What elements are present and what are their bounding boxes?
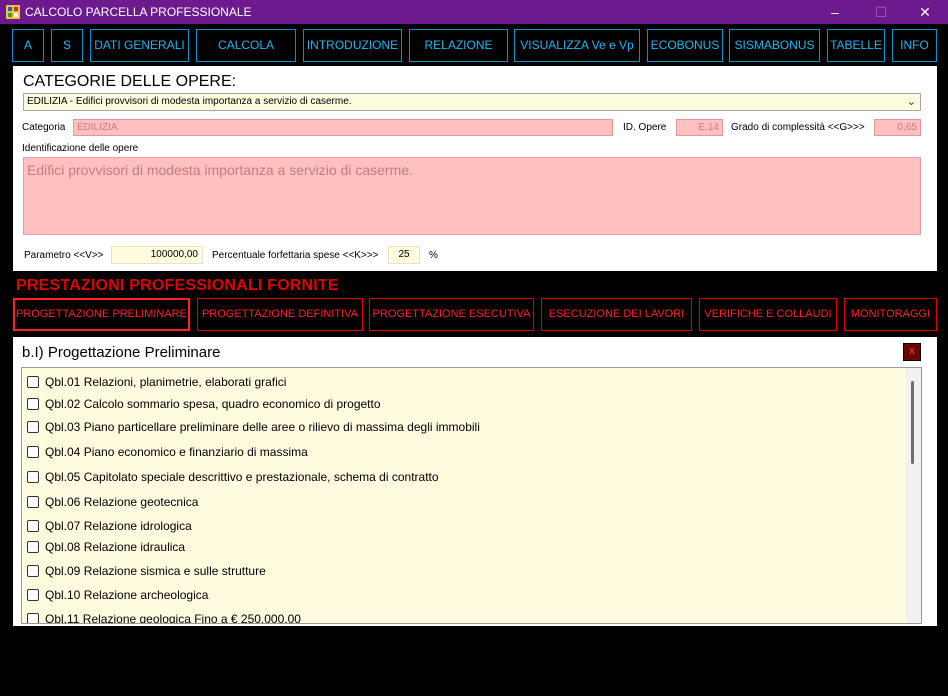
maximize-button[interactable]: ☐	[859, 0, 903, 24]
list-item[interactable]: Qbl.11 Relazione geologica Fino a € 250.…	[27, 611, 301, 623]
checkbox[interactable]	[27, 397, 39, 410]
categoria-label: Categoria	[22, 122, 66, 133]
nav-button-calcola[interactable]: CALCOLA	[196, 29, 296, 62]
list-item[interactable]: Qbl.10 Relazione archeologica	[27, 587, 208, 605]
tab-progettazione-esecutiva[interactable]: PROGETTAZIONE ESECUTIVA	[369, 298, 534, 331]
app-icon	[6, 5, 20, 19]
tab-verifiche-collaudi[interactable]: VERIFICHE E COLLAUDI	[699, 298, 837, 331]
nav-button-ecobonus[interactable]: ECOBONUS	[647, 29, 723, 62]
preliminare-heading: b.I) Progettazione Preliminare	[22, 344, 221, 361]
parametro-label: Parametro <<V>>	[24, 250, 104, 261]
checkbox[interactable]	[27, 612, 39, 623]
tab-monitoraggi[interactable]: MONITORAGGI	[844, 298, 937, 331]
nav-button-tabelle[interactable]: TABELLE	[827, 29, 885, 62]
categorie-panel: CATEGORIE DELLE OPERE: EDILIZIA - Edific…	[13, 66, 937, 271]
list-item[interactable]: Qbl.01 Relazioni, planimetrie, elaborati…	[27, 374, 286, 392]
checkbox[interactable]	[27, 519, 39, 532]
preliminare-panel: b.I) Progettazione Preliminare x Qbl.01 …	[13, 337, 937, 626]
checkbox[interactable]	[27, 445, 39, 458]
list-item[interactable]: Qbl.03 Piano particellare preliminare de…	[27, 419, 480, 437]
checkbox[interactable]	[27, 495, 39, 508]
tab-progettazione-definitiva[interactable]: PROGETTAZIONE DEFINITIVA	[197, 298, 363, 331]
title-bar: CALCOLO PARCELLA PROFESSIONALE – ☐ ✕	[0, 0, 948, 24]
nav-button-info[interactable]: INFO	[892, 29, 937, 62]
categoria-field[interactable]: EDILIZIA	[73, 119, 613, 136]
checkbox[interactable]	[27, 588, 39, 601]
list-item[interactable]: Qbl.09 Relazione sismica e sulle struttu…	[27, 563, 266, 581]
id-opere-field[interactable]: E.14	[676, 119, 723, 136]
list-item[interactable]: Qbl.04 Piano economico e finanziario di …	[27, 444, 308, 462]
percentuale-field[interactable]: 25	[388, 246, 420, 264]
checkbox[interactable]	[27, 564, 39, 577]
bottom-area	[0, 626, 948, 696]
tab-progettazione-preliminare[interactable]: PROGETTAZIONE PRELIMINARE	[13, 298, 190, 331]
checkbox[interactable]	[27, 375, 39, 388]
list-item[interactable]: Qbl.02 Calcolo sommario spesa, quadro ec…	[27, 396, 381, 414]
categoria-select-value: EDILIZIA - Edifici provvisori di modesta…	[27, 96, 352, 107]
checkbox[interactable]	[27, 420, 39, 433]
minimize-button[interactable]: –	[813, 0, 857, 24]
list-item[interactable]: Qbl.07 Relazione idrologica	[27, 518, 192, 536]
id-opere-label: ID. Opere	[623, 122, 667, 133]
identificazione-label: Identificazione delle opere	[22, 143, 139, 154]
grado-label: Grado di complessità <<G>>>	[731, 122, 865, 133]
parametro-field[interactable]: 100000,00	[111, 246, 203, 264]
window-title: CALCOLO PARCELLA PROFESSIONALE	[25, 5, 252, 19]
nav-button-relazione[interactable]: RELAZIONE	[409, 29, 508, 62]
close-panel-button[interactable]: x	[903, 343, 921, 361]
close-window-button[interactable]: ✕	[903, 0, 947, 24]
nav-button-visualizza[interactable]: VISUALIZZA Ve e Vp	[514, 29, 640, 62]
nav-button-dati-generali[interactable]: DATI GENERALI	[90, 29, 189, 62]
list-item[interactable]: Qbl.05 Capitolato speciale descrittivo e…	[27, 469, 439, 487]
prestazioni-title: PRESTAZIONI PROFESSIONALI FORNITE	[16, 277, 339, 294]
nav-button-introduzione[interactable]: INTRODUZIONE	[303, 29, 402, 62]
list-item[interactable]: Qbl.06 Relazione geotecnica	[27, 494, 198, 512]
categoria-select[interactable]: EDILIZIA - Edifici provvisori di modesta…	[23, 93, 921, 111]
percentuale-label: Percentuale forfettaria spese <<K>>>	[212, 250, 379, 261]
percent-sign: %	[429, 250, 438, 261]
checkbox[interactable]	[27, 470, 39, 483]
checkbox[interactable]	[27, 540, 39, 553]
categorie-heading: CATEGORIE DELLE OPERE:	[23, 73, 237, 90]
vertical-scrollbar[interactable]	[906, 368, 921, 623]
chevron-down-icon: ⌄	[906, 96, 916, 108]
tab-esecuzione-lavori[interactable]: ESECUZIONE DEI LAVORI	[541, 298, 692, 331]
prestazioni-checklist[interactable]: Qbl.01 Relazioni, planimetrie, elaborati…	[21, 367, 922, 624]
identificazione-textarea[interactable]: Edifici provvisori di modesta importanza…	[23, 157, 921, 235]
nav-button-sismabonus[interactable]: SISMABONUS	[729, 29, 820, 62]
scrollbar-thumb[interactable]	[911, 381, 914, 464]
nav-button-a[interactable]: A	[12, 29, 44, 62]
list-item[interactable]: Qbl.08 Relazione idraulica	[27, 539, 185, 557]
grado-field[interactable]: 0,65	[874, 119, 921, 136]
nav-button-s[interactable]: S	[51, 29, 83, 62]
